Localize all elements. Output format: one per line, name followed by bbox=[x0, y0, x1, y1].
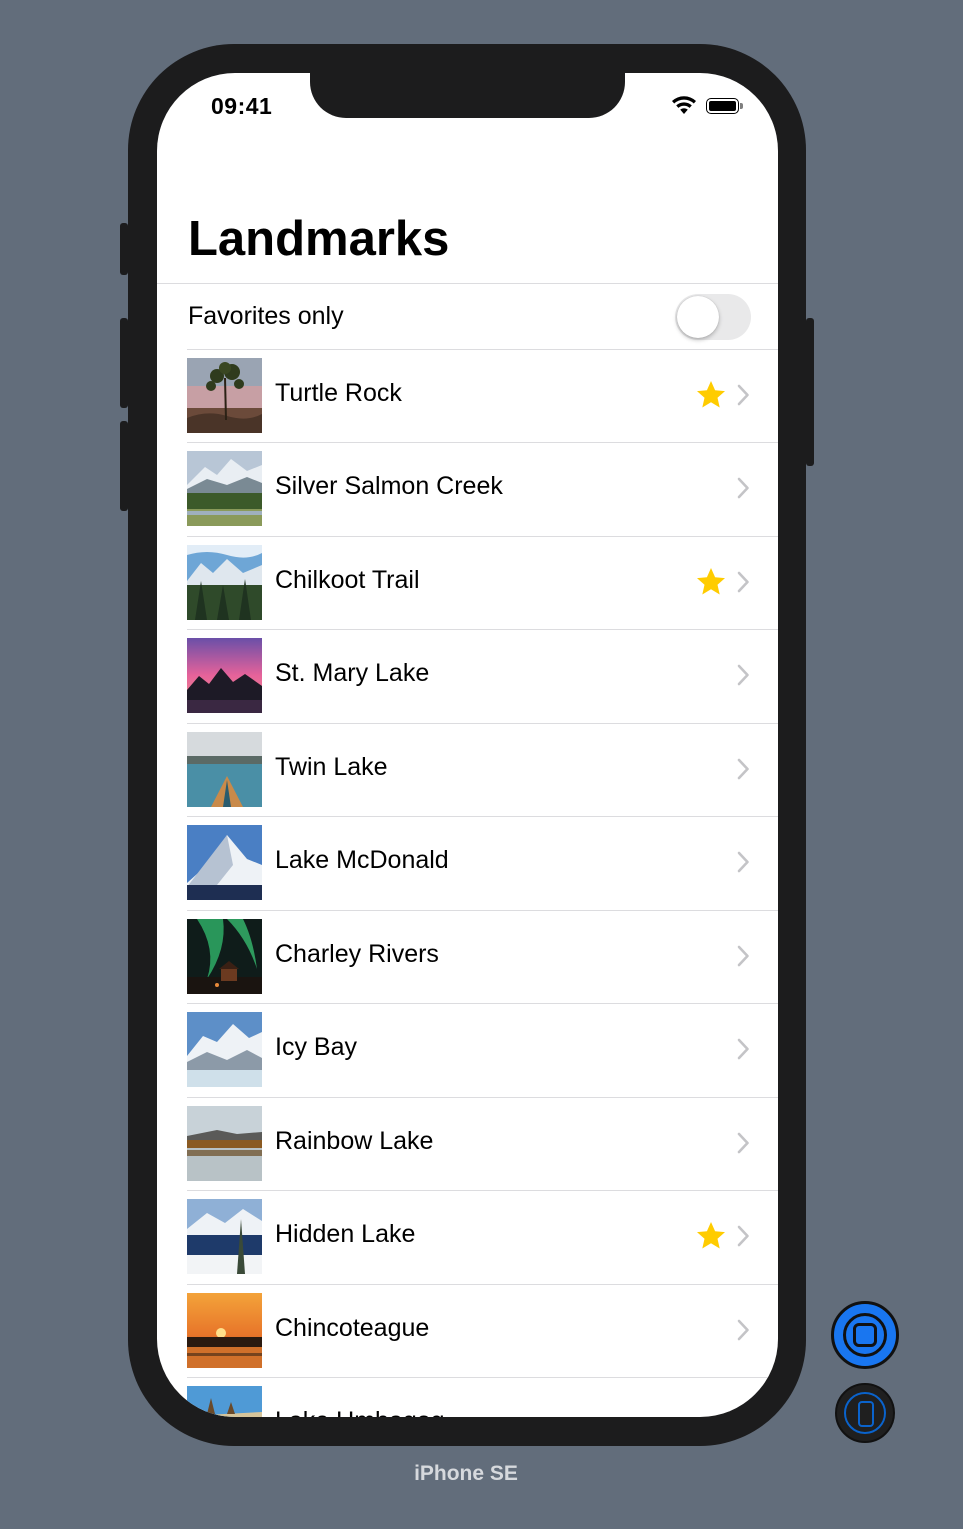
battery-cap bbox=[740, 103, 743, 109]
volume-down-button bbox=[120, 421, 128, 511]
device-name-label: iPhone SE bbox=[414, 1462, 518, 1485]
landmark-thumbnail bbox=[187, 732, 262, 807]
landmark-name: Chilkoot Trail bbox=[275, 566, 420, 594]
favorite-star-icon bbox=[697, 1222, 725, 1249]
chevron-right-icon bbox=[737, 477, 749, 499]
landmark-thumbnail bbox=[187, 545, 262, 620]
landmark-thumbnail bbox=[187, 1106, 262, 1181]
landmark-name: Chincoteague bbox=[275, 1314, 430, 1342]
chevron-right-icon bbox=[737, 571, 749, 593]
landmark-name: Rainbow Lake bbox=[275, 1127, 434, 1155]
chevron-right-icon bbox=[737, 758, 749, 780]
landmark-row-rainbow-lake[interactable]: Rainbow Lake bbox=[157, 1097, 778, 1190]
chevron-right-icon bbox=[737, 1412, 744, 1417]
page-title: Landmarks bbox=[188, 212, 450, 266]
landmark-name: Lake McDonald bbox=[275, 846, 449, 874]
landmark-row-icy-bay[interactable]: Icy Bay bbox=[157, 1003, 778, 1096]
favorite-star-icon bbox=[697, 568, 725, 595]
landmark-row-chilkoot-trail[interactable]: Chilkoot Trail bbox=[157, 536, 778, 629]
power-button bbox=[806, 318, 814, 466]
landmark-row-twin-lake[interactable]: Twin Lake bbox=[157, 723, 778, 816]
notch bbox=[310, 73, 625, 118]
home-button[interactable] bbox=[831, 1301, 899, 1369]
landmark-name: St. Mary Lake bbox=[275, 659, 430, 687]
landmark-row-charley-rivers[interactable]: Charley Rivers bbox=[157, 910, 778, 1003]
device-icon bbox=[858, 1401, 874, 1427]
volume-up-button bbox=[120, 318, 128, 408]
favorite-star-icon bbox=[697, 381, 725, 408]
wifi-icon bbox=[672, 96, 696, 114]
landmark-name: Charley Rivers bbox=[275, 940, 439, 968]
chevron-right-icon bbox=[737, 1038, 749, 1060]
chevron-right-icon bbox=[737, 851, 749, 873]
landmark-row-hidden-lake[interactable]: Hidden Lake bbox=[157, 1190, 778, 1283]
landmark-thumbnail bbox=[187, 638, 262, 713]
chevron-right-icon bbox=[737, 384, 749, 406]
landmark-thumbnail bbox=[187, 1012, 262, 1087]
landmark-thumbnail bbox=[187, 451, 262, 526]
landmark-thumbnail bbox=[187, 1199, 262, 1274]
toggle-knob bbox=[677, 296, 719, 338]
landmark-row-silver-salmon-creek[interactable]: Silver Salmon Creek bbox=[157, 442, 778, 535]
chevron-right-icon bbox=[737, 1319, 749, 1341]
landmark-thumbnail bbox=[187, 1386, 262, 1417]
rotate-device-button[interactable] bbox=[835, 1383, 895, 1443]
chevron-right-icon bbox=[737, 1225, 749, 1247]
landmark-name: Twin Lake bbox=[275, 753, 388, 781]
chevron-right-icon bbox=[737, 945, 749, 967]
landmark-name: Hidden Lake bbox=[275, 1220, 416, 1248]
favorites-filter-row: Favorites only bbox=[157, 284, 778, 349]
landmark-row-turtle-rock[interactable]: Turtle Rock bbox=[157, 349, 778, 442]
landmark-row-st-mary-lake[interactable]: St. Mary Lake bbox=[157, 629, 778, 722]
home-square-icon bbox=[853, 1323, 877, 1347]
landmark-row-chincoteague[interactable]: Chincoteague bbox=[157, 1284, 778, 1377]
favorites-toggle-label: Favorites only bbox=[188, 302, 344, 330]
landmark-thumbnail bbox=[187, 919, 262, 994]
landmark-thumbnail bbox=[187, 825, 262, 900]
landmark-thumbnail bbox=[187, 358, 262, 433]
favorites-toggle[interactable] bbox=[675, 294, 751, 340]
landmark-name: Silver Salmon Creek bbox=[275, 472, 503, 500]
landmark-thumbnail bbox=[187, 1293, 262, 1368]
chevron-right-icon bbox=[737, 1132, 749, 1154]
landmark-name: Turtle Rock bbox=[275, 379, 402, 407]
status-time: 09:41 bbox=[211, 93, 273, 119]
landmark-row-lake-mcdonald[interactable]: Lake McDonald bbox=[157, 816, 778, 909]
battery-icon bbox=[706, 98, 739, 114]
landmark-name: Lake Umbagog bbox=[275, 1407, 445, 1417]
chevron-right-icon bbox=[737, 664, 749, 686]
landmark-row-lake-umbagog[interactable]: Lake Umbagog bbox=[157, 1377, 778, 1417]
silent-switch bbox=[120, 223, 128, 275]
landmark-name: Icy Bay bbox=[275, 1033, 357, 1061]
app-screen: 09:41 Landmarks Favorites only Turtle Ro… bbox=[157, 73, 778, 1417]
